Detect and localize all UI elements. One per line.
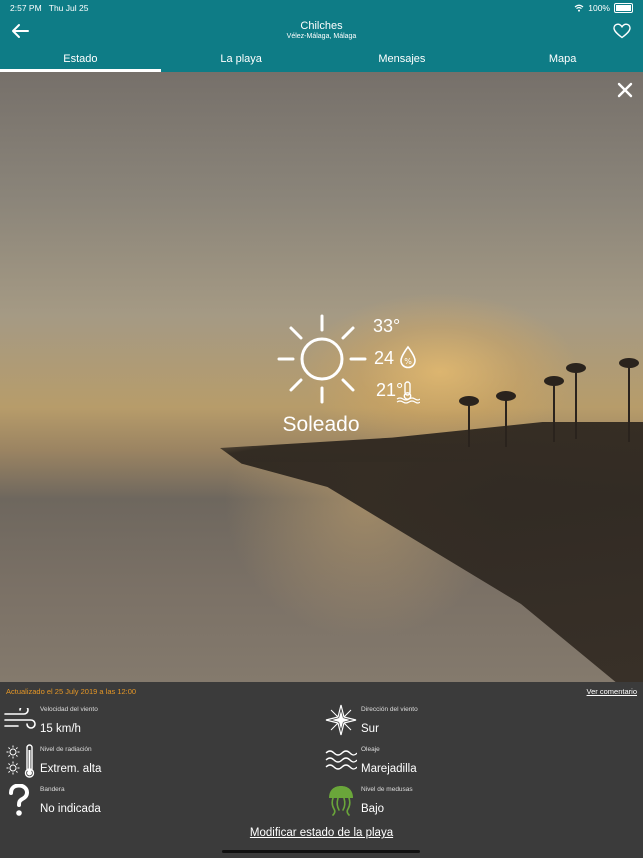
wind-direction-label: Dirección del viento <box>361 706 418 713</box>
question-icon <box>9 784 30 816</box>
jellyfish-label: Nivel de medusas <box>361 786 413 793</box>
updated-timestamp: Actualizado el 25 July 2019 a las 12:00 <box>6 687 137 696</box>
radiation-label: Nivel de radiación <box>40 746 92 753</box>
wind-speed-value: 15 km/h <box>40 723 81 735</box>
close-icon[interactable] <box>617 82 633 98</box>
status-time: 2:57 PM <box>10 3 42 13</box>
palm-tree <box>619 358 639 442</box>
flag-value: No indicada <box>40 803 101 815</box>
palm-tree <box>566 363 586 439</box>
compass-icon <box>325 704 357 736</box>
humidity-drop-icon: % <box>400 345 416 369</box>
air-temperature: 33° <box>373 316 401 336</box>
home-indicator <box>222 850 420 853</box>
battery-percent: 100% <box>588 3 610 13</box>
jellyfish-value: Bajo <box>361 803 385 815</box>
palm-tree <box>496 391 516 447</box>
view-comment-link[interactable]: Ver comentario <box>587 687 637 696</box>
wind-icon <box>4 708 36 729</box>
status-right: 100% <box>574 3 633 13</box>
waves-icon <box>325 750 357 770</box>
tab-estado[interactable]: Estado <box>0 50 161 72</box>
tab-la-playa[interactable]: La playa <box>161 50 322 72</box>
weather-condition: Soleado <box>282 413 360 436</box>
waves-value: Marejadilla <box>361 763 417 775</box>
status-date: Thu Jul 25 <box>48 3 89 13</box>
wind-direction-value: Sur <box>361 723 379 735</box>
humidity-value: 24 <box>374 348 395 368</box>
beach-photo: 33° 24 % 21° Soleado <box>0 72 643 682</box>
flag-label: Bandera <box>40 786 65 793</box>
radiation-value: Extrem. alta <box>40 763 102 775</box>
battery-icon <box>614 3 633 13</box>
tab-mensajes[interactable]: Mensajes <box>322 50 483 72</box>
page-subtitle: Vélez-Málaga, Málaga <box>286 33 357 40</box>
jellyfish-icon <box>329 786 353 816</box>
tab-bar: Estado La playa Mensajes Mapa <box>0 50 643 72</box>
status-time-date: 2:57 PM Thu Jul 25 <box>10 3 88 13</box>
svg-text:%: % <box>404 357 412 366</box>
wind-speed-label: Velocidad del viento <box>40 706 98 713</box>
tab-mapa[interactable]: Mapa <box>482 50 643 72</box>
app-header: 2:57 PM Thu Jul 25 100% Chilches Vélez-M… <box>0 0 643 72</box>
heart-icon[interactable] <box>613 23 631 39</box>
sun-icon <box>277 314 367 404</box>
wifi-icon <box>574 4 584 12</box>
palm-tree <box>544 376 564 442</box>
water-thermometer-icon <box>396 381 420 404</box>
beach-status-panel: Actualizado el 25 July 2019 a las 12:00 … <box>0 682 643 858</box>
palm-tree <box>459 396 479 447</box>
modify-beach-status-button[interactable]: Modificar estado de la playa <box>0 827 643 839</box>
waves-label: Oleaje <box>361 746 380 753</box>
thermometer-sun-icon <box>6 744 35 778</box>
page-title: Chilches <box>300 20 343 32</box>
